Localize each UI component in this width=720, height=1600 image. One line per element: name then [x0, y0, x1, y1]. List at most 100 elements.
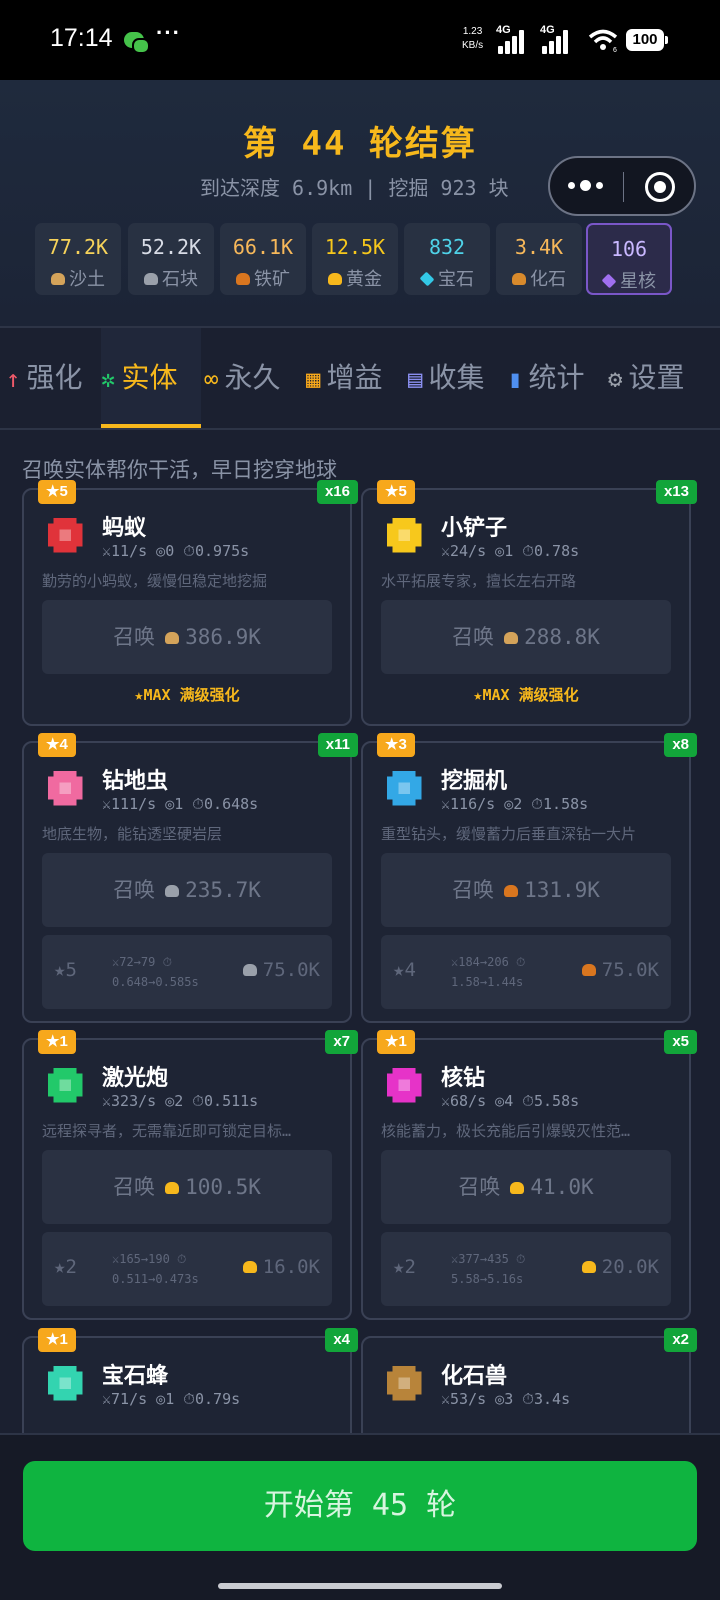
tab-3[interactable]: ∞ 永久 — [204, 328, 304, 428]
settings-icon: ⚙ — [608, 365, 623, 393]
summon-button[interactable]: 召唤 41.0K — [381, 1150, 671, 1224]
upgrade-stat-delta: ⚔184→206 ⏱ 1.58→1.44s — [451, 952, 525, 992]
battery-indicator: 100 — [626, 29, 668, 51]
upgrade-stat-delta: ⚔72→79 ⏱ 0.648→0.585s — [112, 952, 199, 992]
round-subtitle: 到达深度 6.9km | 挖掘 923 块 — [200, 176, 509, 200]
nuclear-drill-icon — [381, 1062, 427, 1108]
close-miniprogram-icon[interactable] — [645, 172, 675, 202]
resource-name-wrap: 石块 — [128, 265, 214, 291]
resource-chip: 832 宝石 — [404, 223, 490, 295]
summon-label: 召唤 — [458, 1175, 501, 1199]
entity-card: ★5 x13 小铲子 ⚔24/s ◎1 ⏱0.78s 水平拓展专家，擅长左右开路 召唤 28… — [361, 480, 697, 726]
cost-resource-icon — [504, 632, 519, 644]
more-menu-icon[interactable] — [568, 180, 604, 192]
upgrade-button[interactable]: ★4 ⚔184→206 ⏱ 1.58→1.44s 75.0K — [381, 935, 671, 1009]
owned-count-badge: x16 — [316, 480, 358, 504]
cost-resource-icon — [581, 1261, 596, 1273]
iron-ore-icon — [236, 273, 250, 285]
resource-name-wrap: 星核 — [588, 267, 670, 293]
infinity-icon: ∞ — [204, 365, 219, 393]
entity-stats: ⚔11/s ◎0 ⏱0.975s — [102, 542, 250, 560]
start-next-round-button[interactable]: 开始第 45 轮 — [23, 1461, 697, 1551]
entity-card: ★5 x16 蚂蚁 ⚔11/s ◎0 ⏱0.975s 勤劳的小蚂蚁，缓慢但稳定地挖掘 召唤… — [22, 480, 358, 726]
star-level-badge: ★5 — [38, 480, 76, 504]
resource-name-wrap: 宝石 — [404, 265, 490, 291]
star-level-badge: ★5 — [377, 480, 415, 504]
resource-value: 3.4K — [514, 235, 564, 259]
upgrade-delta-line: ⚔184→206 ⏱ — [451, 955, 526, 969]
resource-value: 12.5K — [324, 235, 386, 259]
tab-6[interactable]: ▮ 统计 — [508, 328, 606, 428]
resource-name-wrap: 黄金 — [312, 265, 398, 291]
cost-resource-icon — [165, 1182, 180, 1194]
cost-resource-icon — [165, 885, 180, 897]
upgrade-delta-line: 5.58→5.16s — [451, 1272, 524, 1286]
wifi-icon: 6 — [588, 29, 618, 52]
cost-resource-icon — [165, 632, 180, 644]
fossil-beast-icon — [381, 1360, 427, 1406]
entity-stats: ⚔111/s ◎1 ⏱0.648s — [102, 795, 259, 813]
status-bar: 17:14 ··· 1.23 KB/s 4G 4G 6 100 — [0, 0, 720, 80]
resource-name: 沙土 — [69, 269, 105, 290]
resource-chip: 77.2K 沙土 — [35, 223, 121, 295]
summon-cost: 288.8K — [524, 625, 600, 649]
miniprogram-capsule — [548, 156, 696, 216]
resource-name: 宝石 — [438, 269, 474, 290]
entity-card: ★1 x5 核钻 ⚔68/s ◎4 ⏱5.58s 核能蓄力，极长充能后引爆毁灭性范… 召唤… — [361, 1030, 697, 1320]
cost-resource-icon — [242, 964, 257, 976]
entity-stats: ⚔323/s ◎2 ⏱0.511s — [102, 1092, 259, 1110]
resource-value: 106 — [610, 237, 648, 261]
summon-button[interactable]: 召唤 131.9K — [381, 853, 671, 927]
summon-button[interactable]: 召唤 386.9K — [42, 600, 332, 674]
resource-chip: 12.5K 黄金 — [312, 223, 398, 295]
summon-button[interactable]: 召唤 288.8K — [381, 600, 671, 674]
upgrade-star-target: ★2 — [393, 1256, 416, 1278]
signal-icon: 4G — [496, 24, 530, 54]
entity-name: 蚂蚁 — [102, 516, 147, 541]
summon-label: 召唤 — [113, 1175, 156, 1199]
tab-4[interactable]: ▦ 增益 — [306, 328, 406, 428]
upgrade-button[interactable]: ★2 ⚔165→190 ⏱ 0.511→0.473s 16.0K — [42, 1232, 332, 1306]
upgrade-stat-delta: ⚔165→190 ⏱ 0.511→0.473s — [112, 1249, 199, 1289]
resource-value: 77.2K — [47, 235, 109, 259]
summon-button[interactable]: 召唤 235.7K — [42, 853, 332, 927]
tab-label: 永久 — [224, 361, 281, 394]
laser-cannon-icon — [42, 1062, 88, 1108]
star-level-badge: ★1 — [377, 1030, 415, 1054]
entity-name: 宝石蜂 — [102, 1364, 169, 1389]
upgrade-delta-line: ⚔165→190 ⏱ — [112, 1252, 187, 1266]
tab-2[interactable]: ✲ 实体 — [101, 328, 201, 428]
tab-label: 设置 — [628, 361, 685, 394]
entity-card: ★1 x4 宝石蜂 ⚔71/s ◎1 ⏱0.79s — [22, 1328, 358, 1433]
summon-button[interactable]: 召唤 100.5K — [42, 1150, 332, 1224]
resource-name: 星核 — [620, 271, 656, 292]
drill-worm-icon — [42, 765, 88, 811]
upgrade-button[interactable]: ★5 ⚔72→79 ⏱ 0.648→0.585s 75.0K — [42, 935, 332, 1009]
summon-cost: 235.7K — [185, 878, 261, 902]
star-core-icon — [601, 273, 617, 289]
tab-5[interactable]: ▤ 收集 — [408, 328, 506, 428]
summon-cost: 100.5K — [185, 1175, 261, 1199]
entity-name: 钻地虫 — [102, 769, 169, 794]
upgrade-button[interactable]: ★2 ⚔377→435 ⏱ 5.58→5.16s 20.0K — [381, 1232, 671, 1306]
network-speed: 1.23 KB/s — [462, 25, 483, 53]
star-level-badge: ★3 — [377, 733, 415, 757]
net-speed-unit: KB/s — [462, 40, 484, 51]
entity-card: ★3 x8 挖掘机 ⚔116/s ◎2 ⏱1.58s 重型钻头，缓慢蓄力后垂直深钻一大片… — [361, 733, 697, 1023]
home-indicator[interactable] — [218, 1583, 502, 1589]
resource-chip: 52.2K 石块 — [128, 223, 214, 295]
cost-resource-icon — [242, 1261, 257, 1273]
resource-name: 黄金 — [346, 269, 382, 290]
resource-name: 石块 — [162, 269, 198, 290]
sand-icon — [51, 273, 65, 285]
tab-1[interactable]: ↑ 强化 — [6, 328, 101, 428]
upgrade-cost-value: 16.0K — [262, 1256, 320, 1278]
tab-label: 增益 — [326, 361, 383, 394]
tab-bar: ↑ 强化 ✲ 实体 ∞ 永久 ▦ 增益 ▤ 收集 ▮ 统计 ⚙ 设置 — [0, 326, 720, 430]
entity-card: ★4 x11 钻地虫 ⚔111/s ◎1 ⏱0.648s 地底生物，能钻透坚硬岩层 召唤 2… — [22, 733, 358, 1023]
summon-label: 召唤 — [452, 878, 495, 902]
upgrade-cost-value: 75.0K — [262, 959, 320, 981]
tab-7[interactable]: ⚙ 设置 — [608, 328, 708, 428]
upgrade-cost-value: 75.0K — [601, 959, 659, 981]
resource-value: 52.2K — [140, 235, 202, 259]
